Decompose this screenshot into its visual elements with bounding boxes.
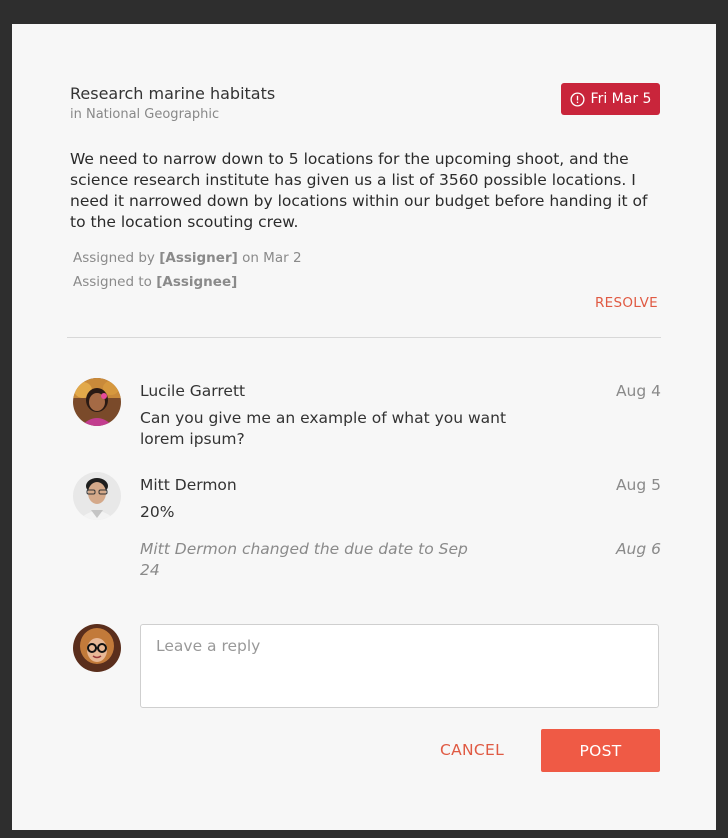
comment-date: Aug 5 (615, 476, 661, 494)
due-date-label: Fri Mar 5 (590, 91, 652, 107)
assigned-to-prefix: Assigned to (73, 274, 152, 290)
task-dialog: Research marine habitats in National Geo… (12, 24, 716, 830)
assigned-by: Assigned by [Assigner] on Mar 2 (73, 250, 302, 266)
assigned-to: Assigned to [Assignee] (73, 274, 237, 290)
resolve-button[interactable]: RESOLVE (595, 295, 658, 311)
assignee-name[interactable]: [Assignee] (156, 274, 237, 290)
activity-event: Mitt Dermon changed the due date to Sep … (140, 540, 468, 579)
assigned-by-date: on Mar 2 (242, 250, 302, 266)
comment-author[interactable]: Lucile Garrett (140, 382, 245, 400)
comment-date: Aug 4 (615, 382, 661, 400)
task-description: We need to narrow down to 5 locations fo… (70, 150, 648, 231)
task-title: Research marine habitats (70, 84, 276, 103)
comment-body: 20% (140, 503, 175, 521)
avatar (73, 624, 121, 672)
alert-circle-icon (570, 91, 585, 107)
divider (67, 337, 661, 338)
post-button[interactable]: POST (541, 729, 660, 772)
comment-author[interactable]: Mitt Dermon (140, 476, 237, 494)
avatar (73, 472, 121, 520)
avatar (73, 378, 121, 426)
activity-date: Aug 6 (615, 540, 661, 558)
assigner-name[interactable]: [Assigner] (159, 250, 238, 266)
cancel-button[interactable]: CANCEL (440, 741, 504, 759)
due-date-badge[interactable]: Fri Mar 5 (561, 83, 660, 115)
reply-input[interactable] (140, 624, 659, 708)
comment-body: Can you give me an example of what you w… (140, 409, 507, 448)
assigned-by-prefix: Assigned by (73, 250, 155, 266)
task-project: in National Geographic (70, 107, 220, 122)
